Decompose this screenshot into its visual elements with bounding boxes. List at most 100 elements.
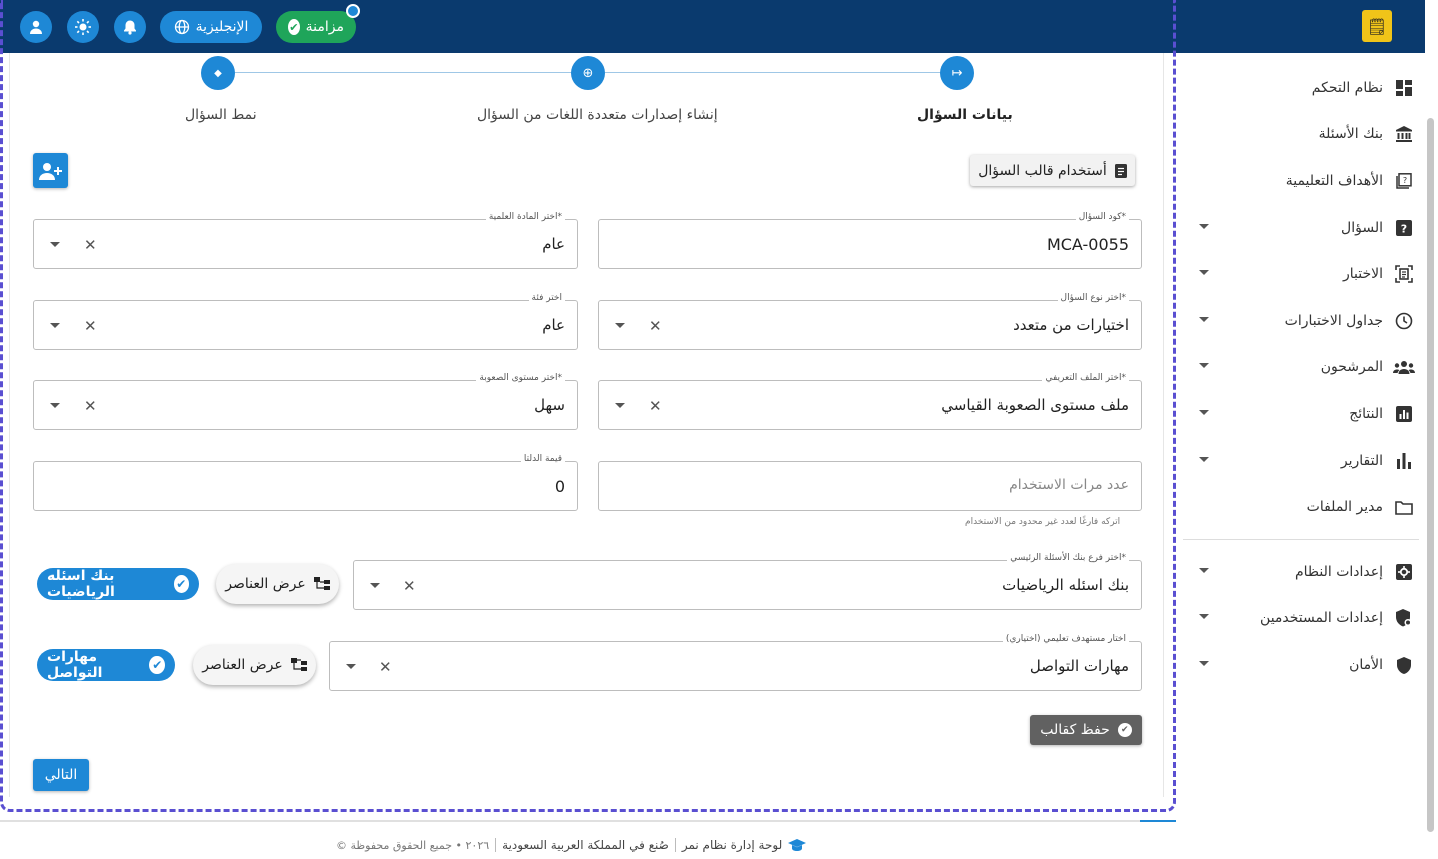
usage-count-input[interactable]: عدد مرات الاستخدام	[598, 461, 1142, 511]
profile-select[interactable]: اختر الملف التعريفي* ملف مستوى الصعوبة ا…	[598, 373, 1142, 430]
chevron-down-icon[interactable]	[50, 323, 60, 328]
view-items-button[interactable]: عرض العناصر	[193, 645, 316, 685]
app-logo[interactable]: 🗒	[1362, 10, 1392, 42]
clear-icon[interactable]: ✕	[649, 317, 662, 335]
save-as-template-button[interactable]: حفظ كقالب ✔	[1030, 715, 1142, 745]
chevron-down-icon	[1199, 317, 1209, 322]
step-3-dot[interactable]: ◆	[201, 56, 235, 90]
arrow-right-icon: ↦	[951, 65, 963, 81]
sidebar-divider	[1183, 539, 1419, 540]
difficulty-label: اختر مستوى الصعوبة*	[476, 373, 565, 383]
question-code-label: كود السؤال*	[1075, 212, 1129, 222]
sidebar-item-label: بنك الأسئلة	[1318, 126, 1383, 142]
next-label: التالي	[44, 767, 78, 783]
chevron-down-icon[interactable]	[346, 664, 356, 669]
layers-icon: ◆	[214, 67, 222, 79]
chevron-down-icon	[1199, 363, 1209, 368]
learning-target-chip[interactable]: مهارات التواصل ✔	[37, 649, 175, 681]
step-3-label[interactable]: نمط السؤال	[185, 107, 257, 123]
clear-icon[interactable]: ✕	[403, 577, 416, 595]
next-button[interactable]: التالي	[33, 759, 89, 791]
sidebar-item-exam-schedules[interactable]: جداول الاختبارات	[1183, 303, 1415, 339]
objectives-icon: ?	[1393, 170, 1415, 192]
page-scrollbar[interactable]	[1427, 118, 1434, 832]
step-2-label[interactable]: إنشاء إصدارات متعددة اللغات من السؤال	[477, 107, 718, 123]
usage-count-hint: اتركه فارغًا لعدد غير محدود من الاستخدام	[965, 517, 1121, 527]
delta-input[interactable]: قيمة الدلتا 0	[33, 454, 578, 511]
sidebar-item-exam[interactable]: الاختبار	[1183, 256, 1415, 292]
view-items-button[interactable]: عرض العناصر	[216, 564, 339, 604]
results-icon	[1393, 403, 1415, 425]
sidebar-item-results[interactable]: النتائج	[1183, 396, 1415, 432]
question-type-select[interactable]: اختر نوع السؤال* اختيارات من متعدد ✕	[598, 293, 1142, 350]
sidebar-item-reports[interactable]: التقارير	[1183, 443, 1415, 479]
sidebar-item-dashboard[interactable]: نظام التحكم	[1183, 70, 1415, 106]
footer: © ٢٠٢٦ • جميع الحقوق محفوظة صُنع في المم…	[336, 838, 807, 852]
dashboard-icon	[1393, 77, 1415, 99]
subject-value: عام	[542, 235, 565, 253]
learning-target-select[interactable]: اختار مستهدف تعليمي (اختياري) مهارات الت…	[329, 634, 1142, 691]
shield-icon	[1393, 654, 1415, 676]
tree-icon	[290, 658, 307, 671]
sidebar-item-file-manager[interactable]: مدير الملفات	[1183, 489, 1415, 525]
use-template-button[interactable]: أستخدام قالب السؤال	[970, 155, 1135, 186]
sidebar-item-objectives[interactable]: ? الأهداف التعليمية	[1183, 163, 1415, 199]
clear-icon[interactable]: ✕	[84, 397, 97, 415]
stepper-connector	[235, 72, 573, 73]
bank-branch-chip[interactable]: بنك اسئله الرياضيات ✔	[37, 568, 199, 600]
category-select[interactable]: اختر فئة عام ✕	[33, 293, 578, 350]
add-user-icon	[38, 162, 62, 180]
add-user-button[interactable]	[33, 153, 68, 188]
question-type-value: اختيارات من متعدد	[1013, 316, 1129, 334]
step-2-dot[interactable]: ⊕	[571, 56, 605, 90]
sidebar-item-user-settings[interactable]: إعدادات المستخدمين	[1183, 600, 1415, 636]
sidebar-item-label: السؤال	[1341, 220, 1383, 236]
user-shield-icon	[1393, 607, 1415, 629]
clear-icon[interactable]: ✕	[649, 397, 662, 415]
folder-icon	[1393, 496, 1415, 518]
people-icon	[1393, 356, 1415, 378]
question-code-field[interactable]: كود السؤال* MCA-0055	[598, 212, 1142, 269]
delta-label: قيمة الدلتا	[520, 454, 565, 464]
clear-icon[interactable]: ✕	[379, 658, 392, 676]
settings-icon	[1393, 561, 1415, 583]
svg-text:?: ?	[1401, 223, 1407, 236]
chevron-down-icon[interactable]	[615, 323, 625, 328]
chevron-down-icon	[1199, 410, 1209, 415]
clock-icon	[1393, 310, 1415, 332]
stepper-connector	[605, 72, 941, 73]
chevron-down-icon[interactable]	[615, 403, 625, 408]
sidebar-item-label: إعدادات المستخدمين	[1260, 610, 1383, 626]
bank-icon	[1393, 123, 1415, 145]
step-1-label[interactable]: بيانات السؤال	[917, 107, 1013, 123]
sidebar-item-label: الأهداف التعليمية	[1285, 173, 1383, 189]
chevron-down-icon[interactable]	[370, 583, 380, 588]
save-as-template-label: حفظ كقالب	[1040, 722, 1110, 738]
subject-select[interactable]: اختر المادة العلمية* عام ✕	[33, 212, 578, 269]
sidebar-item-label: مدير الملفات	[1306, 499, 1383, 515]
clear-icon[interactable]: ✕	[84, 317, 97, 335]
profile-label: اختر الملف التعريفي*	[1042, 373, 1129, 383]
profile-value: ملف مستوى الصعوبة القياسي	[941, 396, 1129, 414]
sidebar-item-question[interactable]: ? السؤال	[1183, 210, 1415, 246]
chevron-down-icon[interactable]	[50, 403, 60, 408]
bank-branch-value: بنك اسئله الرياضيات	[1002, 576, 1129, 594]
delta-value: 0	[554, 477, 565, 496]
sidebar-item-security[interactable]: الأمان	[1183, 647, 1415, 683]
sidebar: نظام التحكم بنك الأسئلة ? الأهداف التعلي…	[1183, 53, 1425, 859]
use-template-label: أستخدام قالب السؤال	[978, 162, 1107, 179]
difficulty-select[interactable]: اختر مستوى الصعوبة* سهل ✕	[33, 373, 578, 430]
clear-icon[interactable]: ✕	[84, 236, 97, 254]
footer-separator	[495, 838, 497, 852]
sidebar-item-label: النتائج	[1349, 406, 1383, 422]
bank-branch-label: اختر فرع بنك الأسئلة الرئيسي*	[1007, 553, 1129, 563]
category-label: اختر فئة	[528, 293, 565, 303]
footer-separator	[674, 838, 676, 852]
sidebar-item-candidates[interactable]: المرشحون	[1183, 349, 1415, 385]
chevron-down-icon[interactable]	[50, 242, 60, 247]
step-1-dot[interactable]: ↦	[940, 56, 974, 90]
bank-branch-select[interactable]: اختر فرع بنك الأسئلة الرئيسي* بنك اسئله …	[353, 553, 1142, 610]
sidebar-item-question-bank[interactable]: بنك الأسئلة	[1183, 116, 1415, 152]
chevron-down-icon	[1199, 661, 1209, 666]
sidebar-item-system-settings[interactable]: إعدادات النظام	[1183, 554, 1415, 590]
